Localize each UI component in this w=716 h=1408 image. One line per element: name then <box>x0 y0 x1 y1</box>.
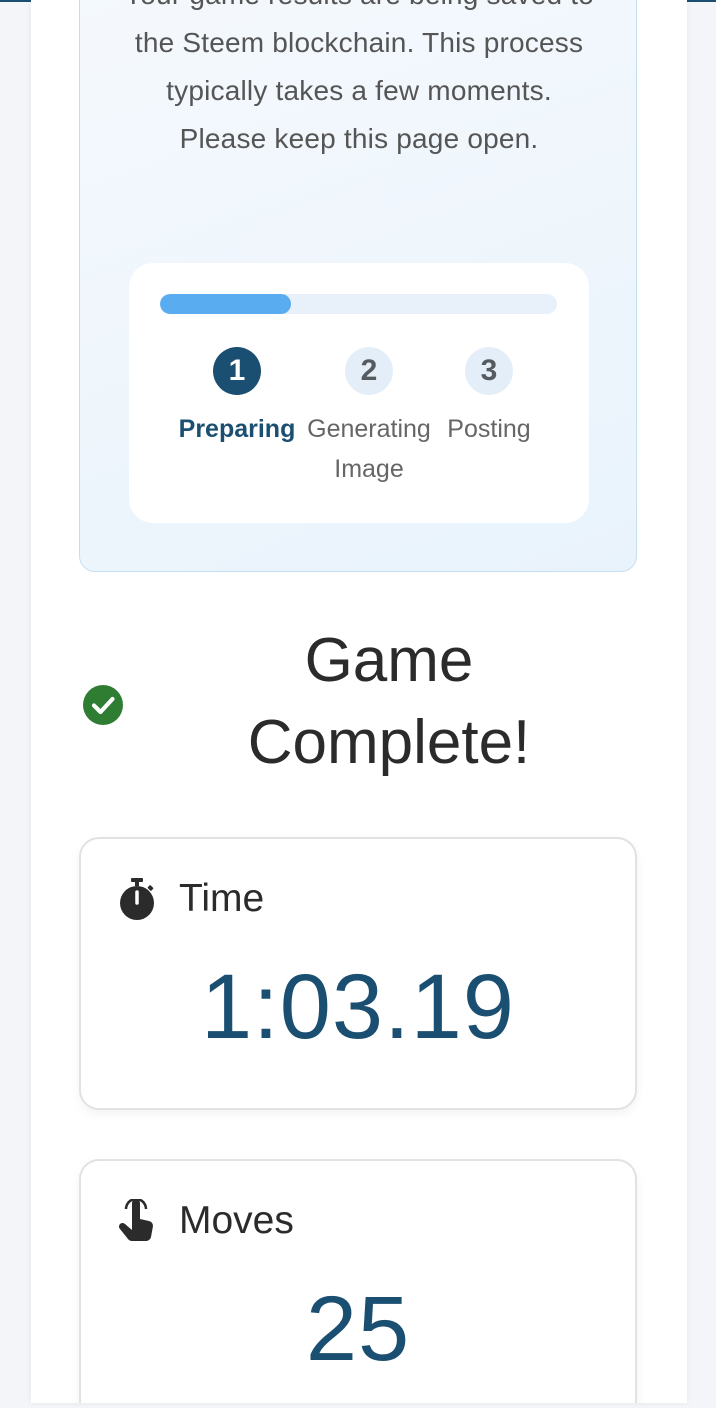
step-preparing: 1 Preparing <box>167 347 307 449</box>
step-number: 3 <box>465 347 513 395</box>
moves-value: 25 <box>305 1278 411 1380</box>
moves-stat-card: Moves 25 <box>79 1159 637 1403</box>
game-complete-title: Game Complete! <box>247 626 531 777</box>
game-complete-header: Game Complete! <box>79 620 639 790</box>
time-stat-header: Time <box>117 877 264 921</box>
moves-label: Moves <box>179 1199 294 1242</box>
check-circle-icon <box>83 685 123 725</box>
step-label: Posting <box>447 415 531 443</box>
progress-card: 1 Preparing 2 Generating Image 3 Posting <box>129 263 589 523</box>
progress-bar-fill <box>160 294 291 314</box>
step-label: Generating Image <box>307 415 431 483</box>
progress-bar <box>160 294 557 314</box>
pointer-hand-icon <box>118 1199 154 1242</box>
time-label: Time <box>179 877 265 920</box>
step-number: 2 <box>345 347 393 395</box>
step-number: 1 <box>213 347 261 395</box>
time-stat-card: Time 1:03.19 <box>79 837 637 1110</box>
time-value: 1:03.19 <box>201 956 515 1058</box>
moves-stat-header: Moves <box>117 1199 294 1243</box>
saving-status-panel: Your game results are being saved to the… <box>79 0 637 572</box>
step-generating-image: 2 Generating Image <box>299 347 439 489</box>
step-posting: 3 Posting <box>419 347 559 449</box>
saving-message: Your game results are being saved to the… <box>124 0 594 154</box>
stopwatch-icon <box>120 878 154 920</box>
step-label: Preparing <box>178 415 296 443</box>
main-container: Your game results are being saved to the… <box>31 0 687 1403</box>
